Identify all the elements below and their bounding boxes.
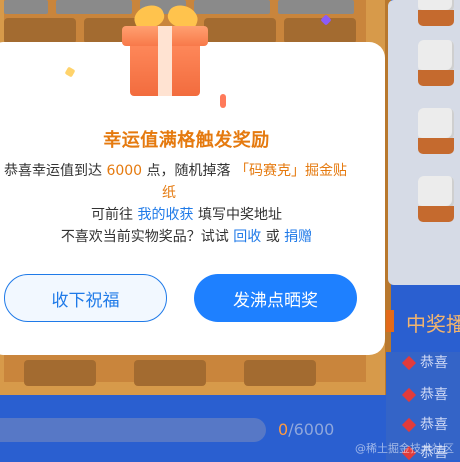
winner-text: 恭喜: [420, 417, 448, 433]
mahjong-tile[interactable]: [418, 0, 454, 28]
reward-description: 恭喜幸运值到达 6000 点，随机掉落 「码赛克」掘金贴: [4, 160, 369, 182]
header-accent-bar: [386, 310, 394, 332]
winner-text: 恭喜: [420, 387, 448, 403]
hint-text: 填写中奖地址: [193, 207, 282, 223]
board-cell[interactable]: [24, 360, 96, 386]
hint-text: 或: [261, 229, 285, 245]
board-cell[interactable]: [244, 360, 316, 386]
board-cell[interactable]: [134, 360, 206, 386]
winner-broadcast-title: 中奖播: [406, 312, 460, 336]
prize-name-cont: 纸: [162, 185, 176, 201]
board-cell[interactable]: [4, 18, 76, 44]
mahjong-tile[interactable]: [418, 40, 454, 88]
confetti-icon: [64, 66, 76, 78]
reward-modal: 幸运值满格触发奖励 恭喜幸运值到达 6000 点，随机掉落 「码赛克」掘金贴 纸…: [0, 1, 385, 355]
winner-text: 恭喜: [420, 355, 448, 371]
progress-total: /6000: [288, 420, 335, 439]
tile-panel: [388, 0, 460, 285]
alternative-hint: 不喜欢当前实物奖品？试试 回收 或 捐赠: [4, 226, 369, 248]
share-to-feed-button[interactable]: 发沸点晒奖: [194, 274, 357, 322]
luck-points: 6000: [106, 163, 143, 179]
winner-list-item: 恭喜: [401, 352, 448, 372]
flag-icon: [401, 355, 417, 371]
description-text: 点，随机掉落: [142, 163, 235, 179]
accept-blessing-button[interactable]: 收下祝福: [4, 274, 167, 322]
description-text: 恭喜幸运值到达: [4, 163, 107, 179]
flag-icon: [401, 387, 417, 403]
winner-broadcast-header: 中奖播: [386, 300, 460, 346]
hint-text: 可前往: [91, 207, 138, 223]
board-tile: [4, 0, 48, 14]
hint-text: 不喜欢当前实物奖品？试试: [60, 229, 234, 245]
gift-box-icon: [118, 0, 218, 100]
modal-title: 幸运值满格触发奖励: [103, 130, 270, 151]
mahjong-tile[interactable]: [418, 108, 454, 156]
mahjong-tile[interactable]: [418, 176, 454, 224]
my-harvest-link[interactable]: 我的收获: [138, 207, 194, 223]
winner-list-item: 恭喜: [401, 384, 448, 404]
progress-current: 0: [278, 420, 289, 439]
address-hint: 可前往 我的收获 填写中奖地址: [4, 204, 369, 226]
winner-list-item: 恭喜: [401, 414, 448, 434]
board-cell[interactable]: [284, 18, 356, 44]
luck-progress-bar: [0, 418, 266, 442]
luck-progress-text: 0/6000: [278, 420, 334, 439]
reward-description-cont: 纸: [162, 182, 202, 204]
prize-name: 「码赛克」掘金贴: [235, 163, 347, 179]
confetti-icon: [220, 94, 226, 108]
flag-icon: [401, 417, 417, 433]
board-tile: [278, 0, 354, 14]
donate-link[interactable]: 捐赠: [284, 229, 312, 245]
recycle-link[interactable]: 回收: [233, 229, 261, 245]
watermark: @稀土掘金技术社区: [355, 442, 454, 455]
